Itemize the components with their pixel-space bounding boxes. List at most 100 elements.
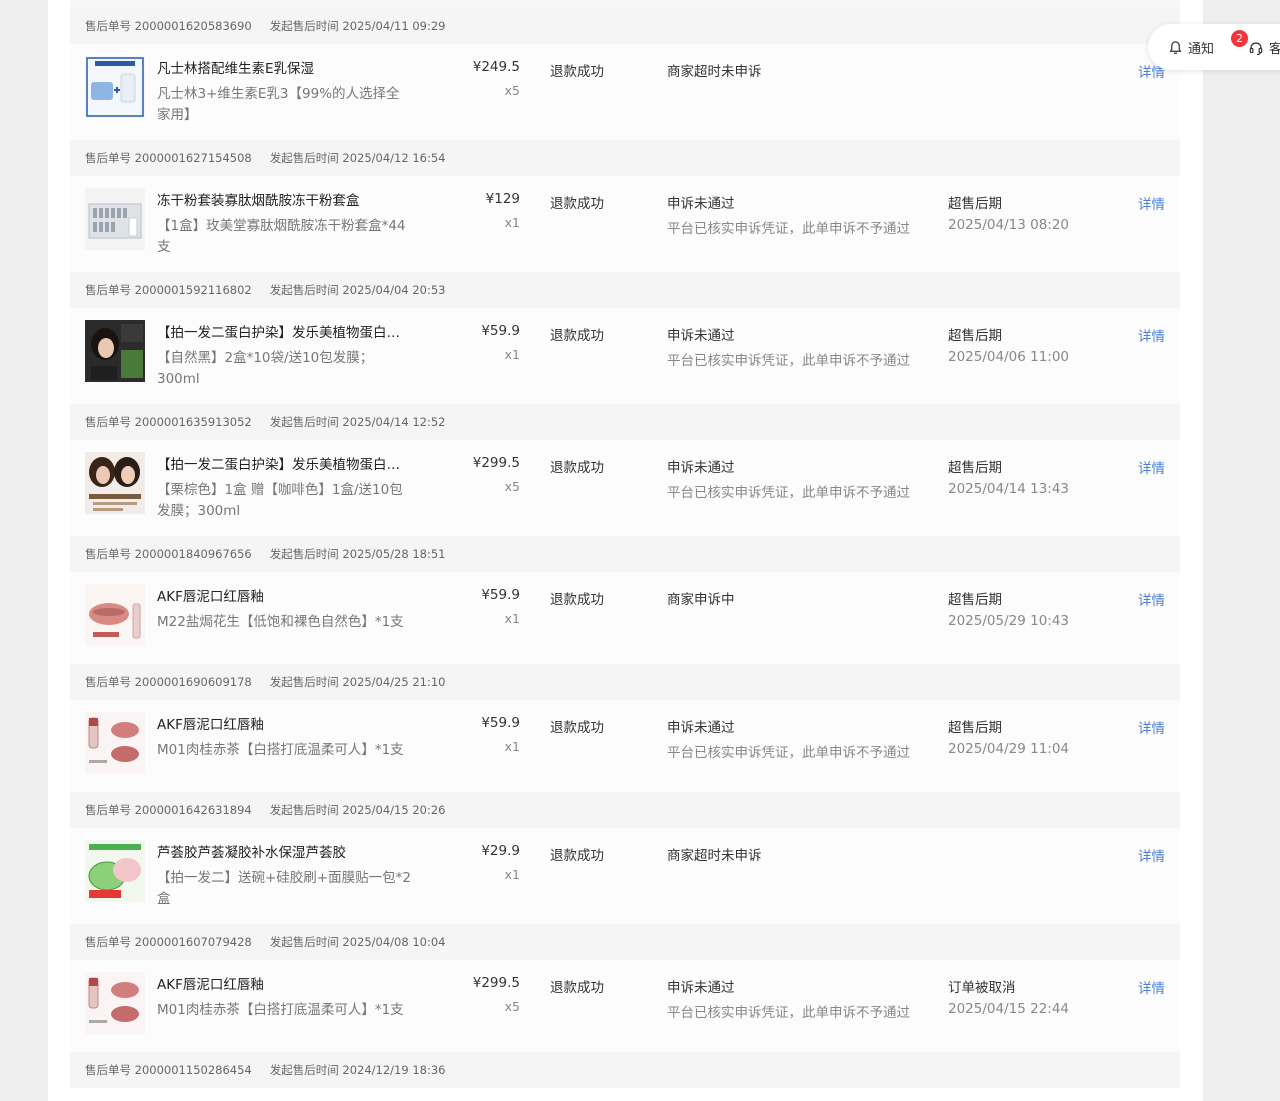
product-spec: M01肉桂赤茶【白搭打底温柔可人】*1支 [157,1002,404,1018]
product-name[interactable]: 芦荟胶芦荟凝胶补水保湿芦荟胶 [157,844,412,862]
appeal-status: 申诉未通过 [667,196,735,212]
detail-link[interactable]: 详情 [1138,457,1165,477]
order-number-label: 售后单号 [85,19,131,33]
customer-service-button[interactable]: 客 [1248,38,1280,57]
appeal-status: 商家超时未申诉 [667,848,762,864]
order-header: 售后单号 2000001620583690 发起售后时间 2025/04/11 … [70,8,1180,44]
order-header: 售后单号 2000001150286454 发起售后时间 2024/12/19 … [70,1052,1180,1088]
order-number-label: 售后单号 [85,1063,131,1077]
start-time-label: 发起售后时间 [269,415,339,429]
customer-service-label: 客 [1269,42,1280,57]
reason-time: 2025/04/06 11:00 [948,349,1070,365]
product-quantity: x1 [504,347,520,362]
appeal-result-note: 平台已核实申诉凭证，此单申诉不予通过 [667,1005,910,1021]
order-number: 2000001840967656 [134,547,252,561]
start-time: 2025/04/11 09:29 [342,19,446,33]
product-quantity: x5 [504,999,520,1014]
order-number: 2000001592116802 [134,283,252,297]
product-spec: 【栗棕色】1盒 赠【咖啡色】1盒/送10包发膜；300ml [157,482,403,519]
start-time-label: 发起售后时间 [269,19,339,33]
refund-status: 退款成功 [550,848,604,864]
start-time-label: 发起售后时间 [269,935,339,949]
detail-link[interactable]: 详情 [1138,325,1165,345]
product-name[interactable]: AKF唇泥口红唇釉 [157,976,412,994]
product-price: ¥59.9 [481,715,520,731]
order-header: 售后单号 2000001642631894 发起售后时间 2025/04/15 … [70,792,1180,828]
product-thumbnail[interactable] [85,452,145,514]
product-thumbnail[interactable] [85,972,145,1034]
order-header: 售后单号 2000001635913052 发起售后时间 2025/04/14 … [70,404,1180,440]
detail-link[interactable]: 详情 [1138,977,1165,997]
order-number-label: 售后单号 [85,935,131,949]
product-name[interactable]: 凡士林搭配维生素E乳保湿 [157,60,412,78]
start-time: 2025/04/15 20:26 [342,803,446,817]
product-price: ¥299.5 [472,455,520,471]
product-spec: M01肉桂赤茶【白搭打底温柔可人】*1支 [157,742,404,758]
product-spec: 【自然黑】2盒*10袋/送10包发膜；300ml [157,350,374,387]
appeal-status: 商家申诉中 [667,592,735,608]
start-time: 2025/05/28 18:51 [342,547,446,561]
refund-status: 退款成功 [550,592,604,608]
aftersale-reason: 超售后期 [948,328,1002,344]
product-price: ¥299.5 [472,975,520,991]
floating-toolbar: 通知 2 客 [1148,24,1280,70]
product-name[interactable]: AKF唇泥口红唇釉 [157,716,412,734]
appeal-result-note: 平台已核实申诉凭证，此单申诉不予通过 [667,221,910,237]
table-header [70,0,1180,8]
appeal-status: 申诉未通过 [667,980,735,996]
start-time-label: 发起售后时间 [269,1063,339,1077]
product-name[interactable]: AKF唇泥口红唇釉 [157,588,412,606]
aftersale-list-panel: 售后单号 2000001620583690 发起售后时间 2025/04/11 … [48,0,1203,1101]
product-thumbnail[interactable] [85,840,145,902]
start-time-label: 发起售后时间 [269,547,339,561]
order-row: 冻干粉套装寡肽烟酰胺冻干粉套盒 【1盒】玫美堂寡肽烟酰胺冻干粉套盒*44支 ¥1… [70,176,1180,272]
detail-link[interactable]: 详情 [1138,589,1165,609]
start-time: 2025/04/12 16:54 [342,151,446,165]
detail-link[interactable]: 详情 [1138,717,1165,737]
reason-time: 2025/04/29 11:04 [948,741,1070,757]
product-spec: M22盐焗花生【低饱和裸色自然色】*1支 [157,614,404,630]
order-number: 2000001620583690 [134,19,252,33]
detail-link[interactable]: 详情 [1138,193,1165,213]
product-thumbnail[interactable] [85,56,145,118]
bell-icon [1169,41,1182,54]
product-thumbnail[interactable] [85,712,145,774]
product-spec: 【拍一发二】送碗+硅胶刷+面膜贴一包*2盒 [157,870,411,907]
start-time-label: 发起售后时间 [269,151,339,165]
product-spec: 【1盒】玫美堂寡肽烟酰胺冻干粉套盒*44支 [157,218,406,255]
product-spec: 凡士林3+维生素E乳3【99%的人选择全家用】 [157,86,400,123]
product-quantity: x5 [504,83,520,98]
order-number-label: 售后单号 [85,283,131,297]
aftersale-reason: 超售后期 [948,720,1002,736]
refund-status: 退款成功 [550,64,604,80]
order-row: 【拍一发二蛋白护染】发乐美植物蛋白染... 【自然黑】2盒*10袋/送10包发膜… [70,308,1180,404]
product-name[interactable]: 【拍一发二蛋白护染】发乐美植物蛋白染... [157,324,412,342]
order-header: 售后单号 2000001690609178 发起售后时间 2025/04/25 … [70,664,1180,700]
start-time: 2025/04/04 20:53 [342,283,446,297]
refund-status: 退款成功 [550,720,604,736]
order-number: 2000001635913052 [134,415,252,429]
start-time-label: 发起售后时间 [269,283,339,297]
order-row: 凡士林搭配维生素E乳保湿 凡士林3+维生素E乳3【99%的人选择全家用】 ¥24… [70,44,1180,140]
product-thumbnail[interactable] [85,188,145,250]
detail-link[interactable]: 详情 [1138,845,1165,865]
aftersale-reason: 超售后期 [948,592,1002,608]
notification-button[interactable]: 通知 2 [1168,30,1248,57]
product-name[interactable]: 【拍一发二蛋白护染】发乐美植物蛋白染... [157,456,412,474]
product-price: ¥59.9 [481,587,520,603]
product-name[interactable]: 冻干粉套装寡肽烟酰胺冻干粉套盒 [157,192,412,210]
order-row: AKF唇泥口红唇釉 M01肉桂赤茶【白搭打底温柔可人】*1支 ¥59.9 x1 … [70,700,1180,792]
appeal-result-note: 平台已核实申诉凭证，此单申诉不予通过 [667,353,910,369]
aftersale-reason: 订单被取消 [948,980,1016,996]
appeal-status: 商家超时未申诉 [667,64,762,80]
refund-status: 退款成功 [550,196,604,212]
start-time: 2025/04/08 10:04 [342,935,446,949]
start-time: 2025/04/25 21:10 [342,675,446,689]
product-thumbnail[interactable] [85,584,145,646]
order-number: 2000001607079428 [134,935,252,949]
aftersale-reason: 超售后期 [948,196,1002,212]
start-time-label: 发起售后时间 [269,803,339,817]
product-quantity: x1 [504,611,520,626]
product-thumbnail[interactable] [85,320,145,382]
order-row: 芦荟胶芦荟凝胶补水保湿芦荟胶 【拍一发二】送碗+硅胶刷+面膜贴一包*2盒 ¥29… [70,828,1180,924]
